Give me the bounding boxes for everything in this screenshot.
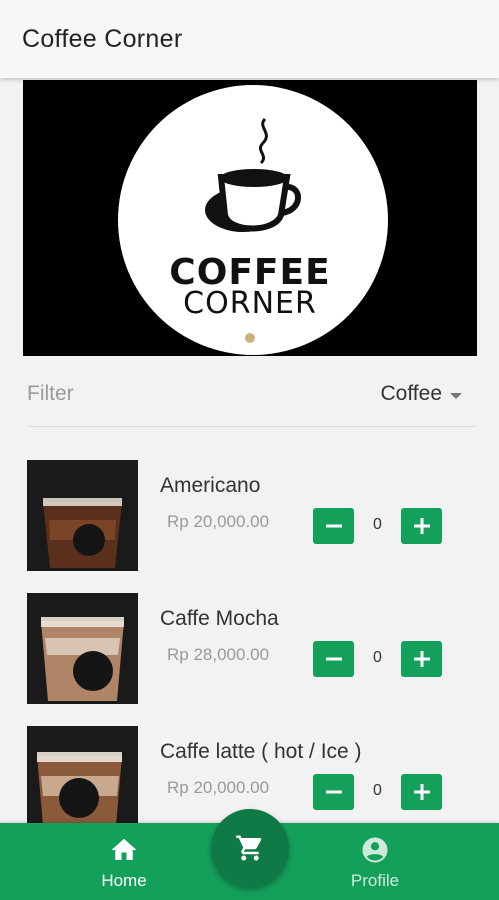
category-dropdown-value: Coffee	[380, 382, 443, 405]
nav-profile-label: Profile	[350, 871, 400, 890]
coffee-cup-logo-icon	[205, 117, 301, 232]
logo-text-corner: CORNER	[183, 286, 317, 321]
plus-icon	[413, 518, 430, 534]
quantity-value: 0	[373, 782, 382, 799]
increase-quantity-button[interactable]	[401, 508, 442, 544]
minus-icon	[325, 790, 342, 794]
product-name: Caffe Mocha	[160, 607, 279, 630]
product-item: Caffe Mocha Rp 28,000.00 0	[27, 593, 477, 705]
decrease-quantity-button[interactable]	[313, 774, 354, 810]
nav-home-label: Home	[101, 871, 147, 890]
product-image	[27, 726, 138, 837]
plus-icon	[413, 784, 430, 800]
nav-profile[interactable]: Profile	[315, 835, 435, 891]
decrease-quantity-button[interactable]	[313, 641, 354, 677]
home-icon	[111, 838, 137, 860]
product-image	[27, 460, 138, 571]
plus-icon	[413, 651, 430, 667]
filter-label: Filter	[27, 382, 74, 405]
product-price: Rp 20,000.00	[167, 512, 270, 531]
account-circle-icon	[362, 837, 388, 863]
filter-row: Filter Coffee	[27, 380, 462, 410]
product-price: Rp 20,000.00	[167, 778, 270, 797]
cart-icon	[236, 835, 262, 861]
chevron-down-icon	[450, 392, 462, 399]
category-dropdown[interactable]: Coffee	[380, 382, 462, 406]
increase-quantity-button[interactable]	[401, 774, 442, 810]
product-name: Caffe latte ( hot / Ice )	[160, 740, 362, 763]
banner-carousel[interactable]: COFFEE CORNER	[23, 80, 477, 356]
quantity-value: 0	[373, 516, 382, 533]
cart-button[interactable]	[211, 809, 289, 887]
carousel-indicator-dot[interactable]	[245, 333, 255, 343]
product-name: Americano	[160, 474, 261, 497]
app-bar: Coffee Corner	[0, 0, 499, 78]
quantity-value: 0	[373, 649, 382, 666]
app-title: Coffee Corner	[22, 25, 183, 53]
divider	[27, 426, 477, 427]
product-item: Americano Rp 20,000.00 0	[27, 460, 477, 572]
product-image	[27, 593, 138, 704]
increase-quantity-button[interactable]	[401, 641, 442, 677]
minus-icon	[325, 524, 342, 528]
minus-icon	[325, 657, 342, 661]
product-price: Rp 28,000.00	[167, 645, 270, 664]
nav-home[interactable]: Home	[64, 835, 184, 891]
decrease-quantity-button[interactable]	[313, 508, 354, 544]
